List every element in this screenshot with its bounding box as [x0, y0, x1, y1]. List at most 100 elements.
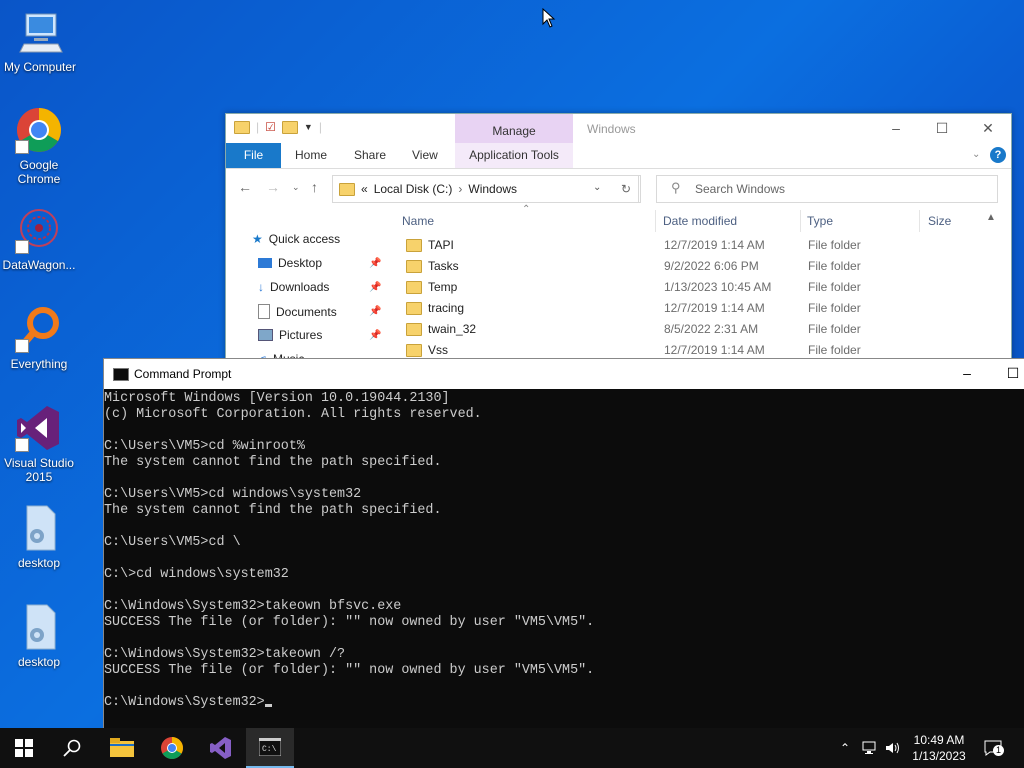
help-icon[interactable]: ?	[990, 147, 1006, 163]
console-line: C:\Windows\System32>takeown /?	[104, 647, 346, 662]
tab-manage[interactable]: Manage	[455, 114, 573, 143]
sidebar-item-desktop[interactable]: Desktop	[258, 256, 322, 270]
sidebar-item-label: Pictures	[279, 328, 323, 342]
sidebar-item-label: Documents	[276, 304, 337, 319]
desktop-icon-label: Google Chrome	[17, 158, 61, 186]
column-header-type[interactable]: Type	[807, 214, 833, 228]
address-dropdown-icon[interactable]: ⌄	[593, 182, 601, 193]
search-placeholder: Search Windows	[695, 182, 786, 196]
column-header-size[interactable]: Size	[928, 214, 951, 228]
pin-icon[interactable]: 📌	[369, 306, 381, 317]
console-line: SUCCESS The file (or folder): "" now own…	[104, 663, 595, 678]
console-line: The system cannot find the path specifie…	[104, 455, 442, 470]
table-row[interactable]: tracing 12/7/2019 1:14 AM File folder	[396, 298, 996, 319]
system-clock[interactable]: 10:49 AM 1/13/2023	[900, 732, 978, 764]
desktop-icon-desktop-file-2[interactable]: desktop	[0, 603, 79, 669]
notification-center-button[interactable]: 1	[984, 728, 1004, 768]
maximize-button[interactable]: ☐	[990, 359, 1024, 389]
minimize-button[interactable]: –	[944, 359, 990, 389]
search-input[interactable]: ⚲ Search Windows	[656, 175, 998, 203]
file-date: 12/7/2019 1:14 AM	[664, 301, 765, 315]
file-name: tracing	[428, 301, 465, 315]
back-arrow-icon[interactable]: ←	[238, 179, 252, 195]
console-line: C:\Windows\System32>takeown bfsvc.exe	[104, 599, 402, 614]
desktop-icon-label: My Computer	[3, 60, 77, 74]
sidebar-item-documents[interactable]: Documents	[258, 304, 337, 319]
breadcrumb-overflow[interactable]: «	[361, 182, 368, 196]
svg-text:C:\: C:\	[262, 745, 277, 754]
shortcut-arrow-icon	[15, 339, 29, 353]
console-line: C:\>cd windows\system32	[104, 567, 289, 582]
taskbar: C:\ ⌃ 10:49 AM 1/13/2023 1	[0, 728, 1024, 768]
tab-share[interactable]: Share	[354, 143, 386, 168]
pin-icon[interactable]: 📌	[369, 282, 381, 293]
breadcrumb-local-disk[interactable]: Local Disk (C:)	[374, 182, 453, 196]
file-date: 1/13/2023 10:45 AM	[664, 280, 772, 294]
pin-icon[interactable]: 📌	[369, 330, 381, 341]
search-button[interactable]	[48, 728, 96, 768]
column-header-name[interactable]: Name	[402, 214, 434, 228]
folder-icon	[406, 322, 422, 336]
sidebar-item-pictures[interactable]: Pictures	[258, 328, 322, 342]
tab-file[interactable]: File	[226, 143, 281, 168]
datawagon-icon	[15, 206, 63, 254]
taskbar-command-prompt[interactable]: C:\	[246, 728, 294, 768]
table-row[interactable]: twain_32 8/5/2022 2:31 AM File folder	[396, 319, 996, 340]
scroll-up-icon[interactable]: ▲	[986, 212, 996, 223]
show-hidden-icons-button[interactable]: ⌃	[840, 728, 850, 768]
taskbar-file-explorer[interactable]	[98, 728, 146, 768]
ribbon-tabs: File Home Share View Application Tools ⌄…	[226, 143, 1011, 169]
desktop-icon-label: Visual Studio 2015	[4, 456, 74, 484]
shortcut-arrow-icon	[15, 240, 29, 254]
desktop-icon-visual-studio[interactable]: Visual Studio 2015	[0, 404, 79, 484]
volume-icon[interactable]	[885, 728, 901, 768]
column-header-date-modified[interactable]: Date modified	[663, 214, 737, 228]
sidebar-item-downloads[interactable]: ↓ Downloads	[258, 280, 329, 294]
refresh-button[interactable]: ↻	[612, 175, 641, 203]
desktop-icon-label: Everything	[10, 357, 68, 371]
tab-application-tools[interactable]: Application Tools	[455, 143, 573, 168]
chevron-down-icon[interactable]: ▼	[304, 122, 313, 132]
console-line: C:\Users\VM5>cd windows\system32	[104, 487, 362, 502]
forward-arrow-icon[interactable]: →	[266, 179, 280, 195]
file-icon	[15, 603, 63, 651]
tab-view[interactable]: View	[412, 143, 438, 168]
chevron-up-icon: ⌃	[840, 741, 851, 755]
taskbar-visual-studio[interactable]	[197, 728, 245, 768]
tab-home[interactable]: Home	[295, 143, 327, 168]
start-button[interactable]	[0, 728, 48, 768]
desktop-icon-my-computer[interactable]: My Computer	[0, 8, 80, 74]
console-output[interactable]: Microsoft Windows [Version 10.0.19044.21…	[104, 389, 1024, 711]
sidebar-item-label: Downloads	[270, 280, 330, 294]
desktop-icon-datawagon[interactable]: DataWagon...	[0, 206, 79, 272]
table-row[interactable]: Tasks 9/2/2022 6:06 PM File folder	[396, 256, 996, 277]
breadcrumb-windows[interactable]: Windows	[468, 182, 517, 196]
desktop-icon-desktop-file-1[interactable]: desktop	[0, 504, 79, 570]
search-icon	[63, 739, 81, 757]
minimize-button[interactable]: –	[873, 114, 919, 143]
expand-ribbon-icon[interactable]: ⌄	[972, 149, 980, 160]
folder-icon[interactable]	[234, 120, 250, 134]
properties-icon[interactable]: ☑	[265, 120, 276, 134]
desktop-icon-google-chrome[interactable]: Google Chrome	[0, 106, 79, 186]
maximize-button[interactable]: ☐	[919, 114, 965, 143]
recent-locations-icon[interactable]: ⌄	[292, 182, 300, 193]
taskbar-chrome[interactable]	[148, 728, 196, 768]
console-line: The system cannot find the path specifie…	[104, 503, 442, 518]
pin-icon[interactable]: 📌	[369, 258, 381, 269]
network-icon[interactable]	[862, 728, 878, 768]
table-row[interactable]: TAPI 12/7/2019 1:14 AM File folder	[396, 235, 996, 256]
desktop-icon-everything[interactable]: Everything	[0, 305, 79, 371]
explorer-titlebar: | ☑ ▼ | Manage Windows – ☐ ✕	[226, 114, 1011, 143]
up-arrow-icon[interactable]: ↑	[311, 179, 318, 195]
close-button[interactable]: ✕	[965, 114, 1011, 143]
table-row[interactable]: Temp 1/13/2023 10:45 AM File folder	[396, 277, 996, 298]
file-type: File folder	[808, 322, 861, 336]
file-type: File folder	[808, 238, 861, 252]
address-bar[interactable]: « Local Disk (C:) › Windows ⌄	[332, 175, 639, 203]
sidebar-item-quick-access[interactable]: ★ Quick access	[252, 232, 340, 246]
new-folder-icon[interactable]	[281, 120, 298, 134]
